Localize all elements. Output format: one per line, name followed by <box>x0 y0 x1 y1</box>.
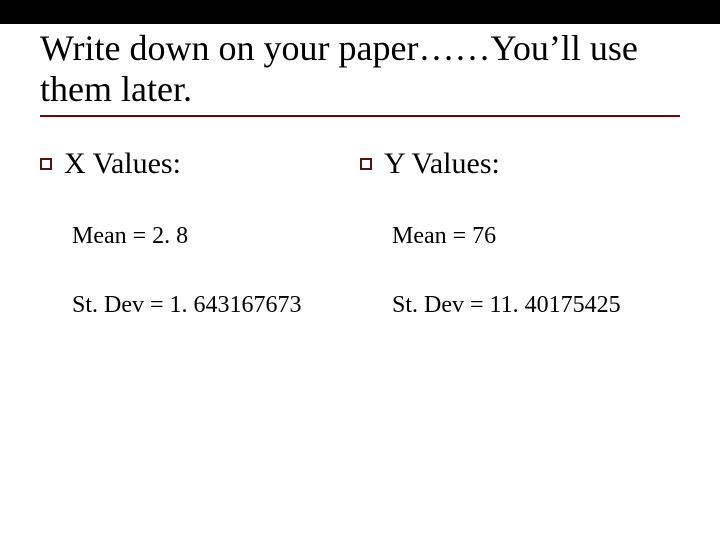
y-mean-value: Mean = 76 <box>392 223 680 250</box>
y-values-column: Y Values: Mean = 76 St. Dev = 11. 401754… <box>360 147 680 361</box>
y-values-label: Y Values: <box>384 147 500 181</box>
slide-title: Write down on your paper……You’ll use the… <box>0 24 720 111</box>
x-values-heading-row: X Values: <box>40 147 360 181</box>
top-black-bar <box>0 0 720 24</box>
x-stdev-value: St. Dev = 1. 643167673 <box>72 292 360 319</box>
x-mean-value: Mean = 2. 8 <box>72 223 360 250</box>
y-stdev-value: St. Dev = 11. 40175425 <box>392 292 680 319</box>
content-area: X Values: Mean = 2. 8 St. Dev = 1. 64316… <box>0 117 720 361</box>
y-values-heading-row: Y Values: <box>360 147 680 181</box>
square-bullet-icon <box>40 158 52 170</box>
x-values-label: X Values: <box>64 147 181 181</box>
square-bullet-icon <box>360 158 372 170</box>
x-values-column: X Values: Mean = 2. 8 St. Dev = 1. 64316… <box>40 147 360 361</box>
slide: Write down on your paper……You’ll use the… <box>0 0 720 540</box>
